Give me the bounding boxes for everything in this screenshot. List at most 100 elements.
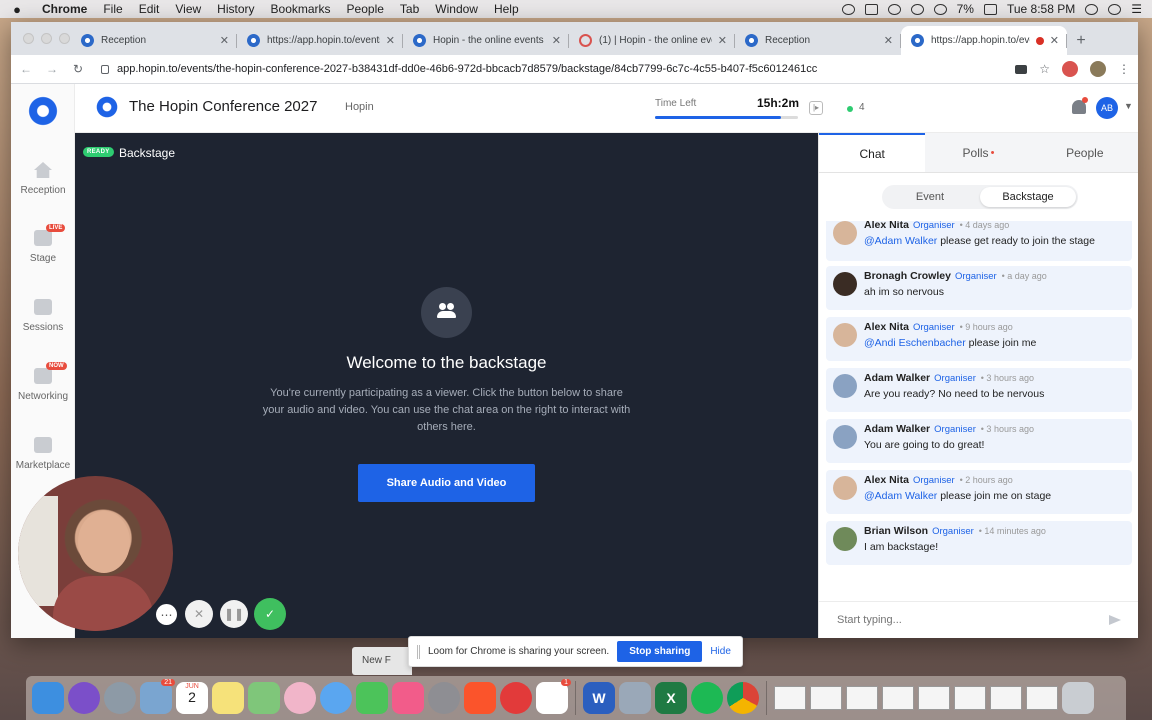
apple-icon[interactable]: ● [0, 2, 34, 17]
minimized-window-thumbnail[interactable] [810, 686, 842, 710]
expand-icon[interactable]: |▸ [809, 101, 823, 115]
share-audio-video-button[interactable]: Share Audio and Video [358, 464, 535, 502]
menu-edit[interactable]: Edit [131, 2, 168, 16]
minimized-window-thumbnail[interactable] [1026, 686, 1058, 710]
nav-item-marketplace[interactable]: Marketplace [11, 437, 75, 471]
music-icon[interactable] [392, 682, 424, 714]
maximize-window-button[interactable] [59, 33, 70, 44]
address-bar[interactable]: app.hopin.to/events/the-hopin-conference… [97, 58, 1003, 80]
system-preferences-icon[interactable] [428, 682, 460, 714]
spotify-icon[interactable] [691, 682, 723, 714]
maps-icon[interactable] [248, 682, 280, 714]
nav-item-reception[interactable]: Reception [11, 162, 75, 196]
loom-cancel-button[interactable]: ✕ [185, 600, 213, 628]
message-mention[interactable]: @Andi Eschenbacher [864, 337, 966, 349]
facetime-icon[interactable] [356, 682, 388, 714]
battery-icon[interactable] [983, 3, 997, 15]
menu-history[interactable]: History [209, 2, 262, 16]
hide-button[interactable]: Hide [710, 646, 731, 657]
menu-view[interactable]: View [167, 2, 209, 16]
tab-chat[interactable]: Chat [819, 133, 926, 172]
creative-cloud-icon[interactable] [887, 3, 901, 15]
menu-window[interactable]: Window [427, 2, 486, 16]
message-mention[interactable]: @Adam Walker [864, 490, 937, 502]
loom-finish-button[interactable]: ✓ [254, 598, 286, 630]
close-tab-icon[interactable]: ✕ [220, 34, 229, 47]
minimized-window-thumbnail[interactable] [774, 686, 806, 710]
microphone-icon[interactable] [841, 3, 855, 15]
chat-input[interactable] [837, 614, 1109, 626]
chrome-icon[interactable] [727, 682, 759, 714]
record-icon[interactable] [910, 3, 924, 15]
spotlight-search-icon[interactable] [1085, 3, 1099, 15]
mail-stamp-icon[interactable]: 21 [140, 679, 175, 714]
new-tab-button[interactable]: + [1067, 26, 1095, 55]
brave-icon[interactable] [464, 682, 496, 714]
browser-tab-active[interactable]: https://app.hopin.to/events/ ✕ [901, 26, 1067, 55]
word-icon[interactable]: W [583, 682, 615, 714]
shield-icon[interactable] [864, 3, 878, 15]
loom-pause-button[interactable]: ❚❚ [220, 600, 248, 628]
launchpad-icon[interactable] [104, 682, 136, 714]
user-avatar[interactable]: AB [1096, 97, 1118, 119]
menu-file[interactable]: File [95, 2, 130, 16]
menu-tab[interactable]: Tab [392, 2, 427, 16]
minimized-window-thumbnail[interactable] [954, 686, 986, 710]
menu-clock[interactable]: Tue 8:58 PM [1007, 2, 1075, 16]
messages-icon[interactable] [320, 682, 352, 714]
notes-icon[interactable] [212, 682, 244, 714]
bookmark-star-icon[interactable]: ☆ [1039, 62, 1050, 76]
menu-people[interactable]: People [339, 2, 392, 16]
browser-tab[interactable]: Hopin - the online events ✕ [403, 26, 569, 55]
tab-polls[interactable]: Polls • [925, 133, 1031, 172]
kebab-menu-icon[interactable]: ⋮ [1118, 62, 1130, 76]
minimized-window-thumbnail[interactable] [918, 686, 950, 710]
forward-arrow-icon[interactable]: → [45, 62, 59, 76]
blocker-icon[interactable] [500, 682, 532, 714]
close-tab-icon[interactable]: ✕ [1050, 34, 1059, 47]
stop-sharing-button[interactable]: Stop sharing [617, 641, 703, 662]
preview-icon[interactable] [619, 682, 651, 714]
notification-center-icon[interactable]: ☰ [1131, 2, 1142, 16]
back-arrow-icon[interactable]: ← [19, 62, 33, 76]
message-mention[interactable]: @Adam Walker [864, 235, 937, 247]
loom-extension-icon[interactable] [1062, 61, 1078, 77]
minimized-window-thumbnail[interactable] [990, 686, 1022, 710]
segment-backstage[interactable]: Backstage [980, 187, 1076, 207]
nav-item-networking[interactable]: NOW Networking [11, 362, 75, 402]
minimized-window-thumbnail[interactable] [882, 686, 914, 710]
close-tab-icon[interactable]: ✕ [552, 34, 561, 47]
menu-help[interactable]: Help [486, 2, 527, 16]
close-tab-icon[interactable]: ✕ [718, 34, 727, 47]
loom-more-options-button[interactable]: ⋯ [156, 604, 177, 625]
chevron-down-icon[interactable]: ▼ [1124, 101, 1133, 111]
browser-tab[interactable]: Reception ✕ [735, 26, 901, 55]
send-icon[interactable] [1109, 615, 1121, 625]
nav-item-stage[interactable]: LIVE Stage [11, 224, 75, 264]
menu-bookmarks[interactable]: Bookmarks [263, 2, 339, 16]
browser-tab[interactable]: Reception ✕ [71, 26, 237, 55]
event-organizer[interactable]: Hopin [345, 101, 374, 113]
wifi-icon[interactable] [933, 3, 947, 15]
close-tab-icon[interactable]: ✕ [386, 34, 395, 47]
browser-tab[interactable]: https://app.hopin.to/events/ ✕ [237, 26, 403, 55]
nav-item-sessions[interactable]: Sessions [11, 299, 75, 333]
menu-app-name[interactable]: Chrome [34, 2, 95, 16]
finder-icon[interactable] [32, 682, 64, 714]
siri-icon[interactable] [68, 682, 100, 714]
minimized-window-thumbnail[interactable] [846, 686, 878, 710]
close-window-button[interactable] [23, 33, 34, 44]
drag-handle-icon[interactable] [417, 644, 420, 659]
profile-avatar-icon[interactable] [1090, 61, 1106, 77]
tab-people[interactable]: People [1032, 133, 1138, 172]
camera-icon[interactable] [1015, 64, 1028, 74]
slack-icon[interactable]: 1 [536, 679, 571, 714]
siri-icon[interactable] [1108, 3, 1122, 15]
photos-icon[interactable] [284, 682, 316, 714]
reload-icon[interactable]: ↻ [71, 62, 85, 76]
calendar-icon[interactable]: JUN 2 [176, 682, 208, 714]
segment-event[interactable]: Event [882, 185, 978, 209]
minimize-window-button[interactable] [41, 33, 52, 44]
trash-icon[interactable] [1062, 682, 1094, 714]
excel-icon[interactable]: X [655, 682, 687, 714]
